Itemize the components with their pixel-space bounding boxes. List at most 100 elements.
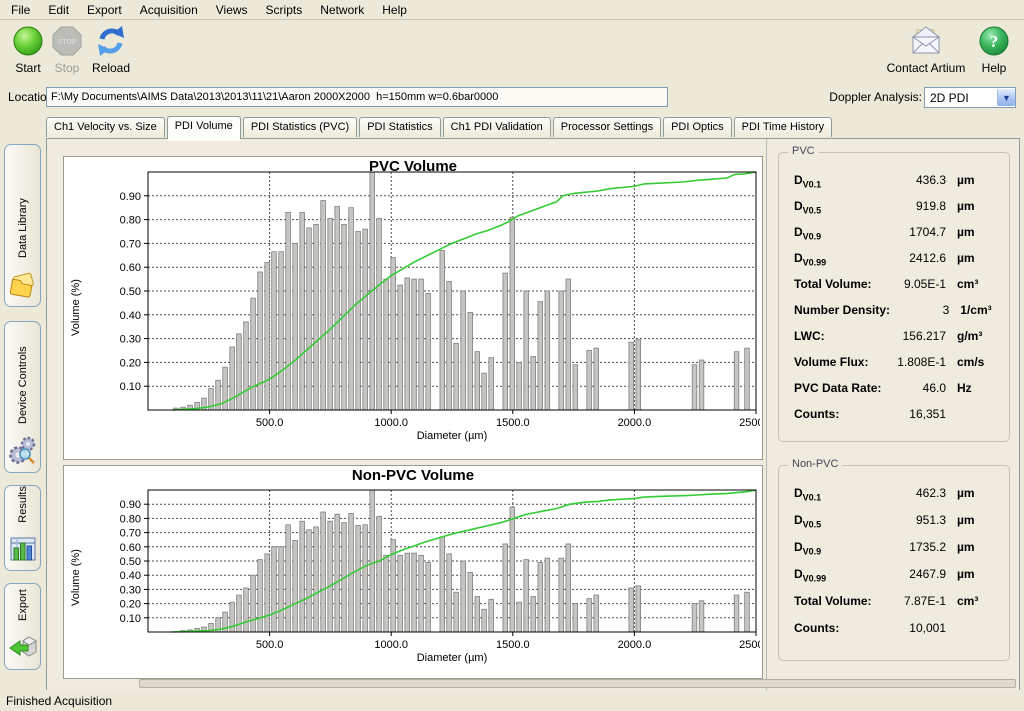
stat-label: DV0.5 <box>794 199 882 215</box>
sidebar-item-label: Data Library <box>17 145 29 266</box>
stat-value: 156.217 <box>882 329 946 343</box>
svg-text:0.90: 0.90 <box>120 191 141 203</box>
contact-artium-label: Contact Artium <box>887 61 966 75</box>
stat-label: DV0.99 <box>794 251 882 267</box>
svg-text:0.60: 0.60 <box>120 262 141 274</box>
tab-ch1-velocity-vs-size[interactable]: Ch1 Velocity vs. Size <box>46 117 165 137</box>
doppler-analysis-dropdown[interactable]: 2D PDI ▼ <box>924 87 1016 108</box>
sidebar-item-device-controls[interactable]: Device Controls <box>4 321 41 473</box>
svg-text:0.30: 0.30 <box>120 334 141 346</box>
stat-unit: µm <box>946 540 1001 554</box>
menu-item-views[interactable]: Views <box>207 1 257 19</box>
stat-unit: cm³ <box>946 594 1001 608</box>
doppler-analysis-value: 2D PDI <box>925 91 997 105</box>
stat-value: 16,351 <box>882 407 946 421</box>
svg-text:1500.0: 1500.0 <box>496 417 530 429</box>
tab-ch1-pdi-validation[interactable]: Ch1 PDI Validation <box>443 117 551 137</box>
sidebar-item-label: Results <box>17 486 29 531</box>
stat-label: DV0.1 <box>794 486 882 502</box>
stat-row: Total Volume:7.87E-1cm³ <box>779 594 1009 621</box>
y-axis-label: Volume (%) <box>70 246 82 336</box>
contact-artium-button[interactable]: Contact Artium <box>884 24 968 75</box>
location-input[interactable] <box>46 87 668 107</box>
stat-label: Total Volume: <box>794 277 882 291</box>
menu-item-scripts[interactable]: Scripts <box>257 1 312 19</box>
menu-item-file[interactable]: File <box>2 1 39 19</box>
stat-row: Counts:16,351 <box>779 407 1009 433</box>
results-icon <box>8 534 38 564</box>
stat-row: DV0.91735.2µm <box>779 540 1009 567</box>
sidebar-item-export[interactable]: Export <box>4 583 41 670</box>
x-axis-label: Diameter (µm) <box>392 430 512 442</box>
stat-label: Volume Flux: <box>794 355 882 369</box>
stat-value: 462.3 <box>882 486 946 500</box>
application-window: FileEditExportAcquisitionViewsScriptsNet… <box>0 0 1024 711</box>
toolbar: Start STOP Stop Reload <box>0 20 1024 82</box>
horizontal-scrollbar[interactable] <box>139 679 1016 688</box>
tab-pdi-optics[interactable]: PDI Optics <box>663 117 732 137</box>
stat-label: DV0.1 <box>794 173 882 189</box>
envelope-icon <box>908 24 944 60</box>
svg-text:STOP: STOP <box>58 39 77 46</box>
tab-pdi-time-history[interactable]: PDI Time History <box>734 117 833 137</box>
data-library-icon <box>8 269 38 299</box>
menu-item-help[interactable]: Help <box>373 1 416 19</box>
menu-item-edit[interactable]: Edit <box>39 1 78 19</box>
stat-value: 1735.2 <box>882 540 946 554</box>
svg-text:1000.0: 1000.0 <box>374 417 408 429</box>
start-button[interactable]: Start <box>6 24 50 75</box>
sidebar-item-results[interactable]: Results <box>4 485 41 571</box>
reload-icon <box>93 24 129 60</box>
help-button[interactable]: ? Help <box>974 24 1014 75</box>
sidebar-item-data-library[interactable]: Data Library <box>4 144 41 307</box>
svg-text:0.70: 0.70 <box>120 238 141 250</box>
stat-unit: cm/s <box>946 355 1001 369</box>
stat-value: 7.87E-1 <box>882 594 946 608</box>
stat-value: 46.0 <box>882 381 946 395</box>
tab-pdi-statistics[interactable]: PDI Statistics <box>359 117 440 137</box>
stat-label: LWC: <box>794 329 882 343</box>
reload-label: Reload <box>92 61 130 75</box>
stat-label: PVC Data Rate: <box>794 381 882 395</box>
x-axis-label: Diameter (µm) <box>392 652 512 664</box>
stat-row: DV0.5919.8µm <box>779 199 1009 225</box>
svg-text:0.20: 0.20 <box>120 357 141 369</box>
stat-row: Volume Flux:1.808E-1cm/s <box>779 355 1009 381</box>
tab-processor-settings[interactable]: Processor Settings <box>553 117 661 137</box>
stat-row: DV0.91704.7µm <box>779 225 1009 251</box>
svg-text:0.20: 0.20 <box>120 599 141 611</box>
stat-row: PVC Data Rate:46.0Hz <box>779 381 1009 407</box>
stat-value: 9.05E-1 <box>882 277 946 291</box>
svg-text:?: ? <box>990 32 999 51</box>
menu-item-export[interactable]: Export <box>78 1 131 19</box>
stat-row: LWC:156.217g/m³ <box>779 329 1009 355</box>
tab-pdi-statistics-pvc-[interactable]: PDI Statistics (PVC) <box>243 117 357 137</box>
device-controls-icon <box>8 435 38 465</box>
stat-unit: µm <box>946 173 1001 187</box>
menu-item-acquisition[interactable]: Acquisition <box>131 1 207 19</box>
reload-button[interactable]: Reload <box>86 24 136 75</box>
non-pvc-stats-groupbox: Non-PVC DV0.1462.3µmDV0.5951.3µmDV0.9173… <box>778 465 1010 661</box>
help-icon: ? <box>976 24 1012 60</box>
stat-value: 919.8 <box>882 199 946 213</box>
volume-histogram-plot: 0.100.200.300.400.500.600.700.800.90500.… <box>64 157 760 459</box>
tab-bar: Ch1 Velocity vs. SizePDI VolumePDI Stati… <box>46 117 834 139</box>
pvc-stats-groupbox: PVC DV0.1436.3µmDV0.5919.8µmDV0.91704.7µ… <box>778 152 1010 442</box>
tab-pdi-volume[interactable]: PDI Volume <box>167 116 241 139</box>
svg-text:1000.0: 1000.0 <box>374 639 408 651</box>
svg-text:2000.0: 2000.0 <box>618 417 652 429</box>
stop-label: Stop <box>55 61 80 75</box>
groupbox-title: PVC <box>788 145 819 157</box>
sidebar-item-label: Export <box>17 584 29 629</box>
non-pvc-stat-rows: DV0.1462.3µmDV0.5951.3µmDV0.91735.2µmDV0… <box>779 486 1009 656</box>
svg-text:0.40: 0.40 <box>120 310 141 322</box>
menu-bar: FileEditExportAcquisitionViewsScriptsNet… <box>0 0 1024 20</box>
panel-divider <box>766 139 768 690</box>
stat-label: DV0.99 <box>794 567 882 583</box>
svg-text:0.50: 0.50 <box>120 286 141 298</box>
chevron-down-icon[interactable]: ▼ <box>997 89 1015 106</box>
menu-item-network[interactable]: Network <box>311 1 373 19</box>
location-row: Location: Doppler Analysis: 2D PDI ▼ <box>0 85 1024 111</box>
svg-text:0.80: 0.80 <box>120 513 141 525</box>
chart-title: Non-PVC Volume <box>64 467 762 484</box>
